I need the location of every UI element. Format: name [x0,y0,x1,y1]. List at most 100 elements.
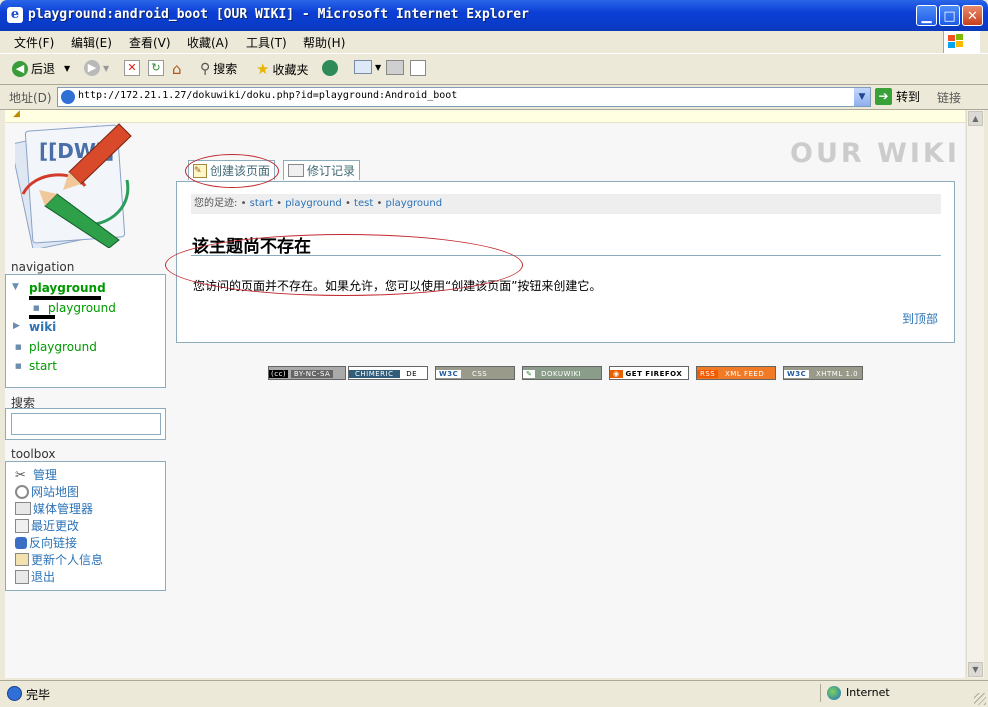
tool-backlinks[interactable]: 反向链接 [15,534,77,551]
nav-item-playground[interactable]: playground [29,281,106,295]
menu-view[interactable]: 查看(V) [129,34,171,51]
vertical-scrollbar[interactable]: ▲ ▼ [966,110,984,678]
tool-sitemap[interactable]: 网站地图 [15,483,79,500]
print-button[interactable] [386,60,404,75]
tool-recent-label: 最近更改 [31,519,80,533]
w3c-css-badge[interactable]: W3C CSS [435,366,515,380]
back-dropdown-icon[interactable]: ▼ [64,64,70,73]
toolbar: ◀ 后退 ▼ ▶ ▼ ✕ ↻ ⌂ ⚲ 搜索 ★ 收藏夹 ▼ [0,54,988,85]
search-label: 搜索 [213,62,238,76]
w3c-xhtml-badge[interactable]: W3C XHTML 1.0 [783,366,863,380]
history-button[interactable] [322,60,338,76]
forward-button[interactable]: ▶ ▼ [84,60,109,76]
site-title[interactable]: OUR WIKI [790,138,960,169]
firefox-badge-text: GET FIREFOX [625,370,683,378]
search-icon: ⚲ [200,60,211,77]
address-label: 地址(D) [9,91,52,105]
menu-edit[interactable]: 编辑(E) [71,34,112,51]
nav-expand-icon[interactable]: ▼ [12,282,19,292]
page-content: ◢ [[DW]] OUR WIKI navigation ▼ playgroun… [5,110,965,678]
nav-collapse-icon[interactable]: ▶ [13,321,20,331]
tool-logout-label: 退出 [31,570,56,584]
rss-icon: RSS [697,370,719,378]
cc-license-badge[interactable]: (cc) BY-NC-SA [268,366,346,380]
breadcrumb-item-test[interactable]: test [354,198,373,209]
tool-update-profile[interactable]: 更新个人信息 [15,551,103,568]
nav-item-start[interactable]: start [29,359,57,373]
minimize-button[interactable]: ▁ [916,5,937,26]
xhtml-badge-text: XHTML 1.0 [815,370,859,378]
chimeric-badge[interactable]: CHIMERIC DE [348,366,428,380]
forward-arrow-icon: ▶ [84,60,100,76]
css-badge-text: CSS [471,370,488,378]
breadcrumb-item-playground[interactable]: playground [285,198,342,209]
menu-file[interactable]: 文件(F) [14,34,54,51]
menu-tools[interactable]: 工具(T) [246,34,287,51]
tool-admin[interactable]: ✂ 管理 [15,466,57,483]
search-panel [5,408,166,440]
stop-button[interactable]: ✕ [124,60,140,76]
home-button[interactable]: ⌂ [172,60,182,78]
menu-favorites[interactable]: 收藏(A) [187,34,229,51]
page-icon [61,90,75,104]
address-input[interactable]: http://172.21.1.27/dokuwiki/doku.php?id=… [57,87,871,107]
printer-icon [386,60,404,75]
back-to-top-link[interactable]: 到顶部 [902,310,938,327]
dokuwiki-logo[interactable]: [[DW]] [15,120,143,248]
breadcrumb-label: 您的足迹: [194,198,238,209]
tool-recent-changes[interactable]: 最近更改 [15,517,79,534]
logout-icon [15,569,29,584]
links-button[interactable]: 链接 [937,89,961,106]
favorites-button[interactable]: ★ 收藏夹 [256,60,308,78]
annotation-underline-small [29,315,55,319]
maximize-button[interactable]: □ [939,5,960,26]
page-status-icon [7,686,22,701]
wrench-icon: ✂ [15,467,26,483]
close-button[interactable]: ✕ [962,5,983,26]
annotation-ellipse-tab [185,154,279,188]
back-button[interactable]: ◀ 后退 ▼ [12,60,70,77]
scroll-down-icon[interactable]: ▼ [968,662,983,677]
info-bar-icon: ◢ [13,110,20,119]
get-firefox-badge[interactable]: ◉ GET FIREFOX [609,366,689,380]
scroll-up-icon[interactable]: ▲ [968,111,983,126]
profile-icon [15,553,29,566]
window-title-bar[interactable]: e playground:android_boot [OUR WIKI] - M… [0,0,988,31]
mail-icon [354,60,372,74]
search-input[interactable] [11,413,161,435]
resize-grip-icon[interactable] [974,693,986,705]
dokuwiki-badge[interactable]: ✎ DOKUWIKI [522,366,602,380]
menu-help[interactable]: 帮助(H) [303,34,345,51]
tool-profile-label: 更新个人信息 [31,553,104,567]
window-title: playground:android_boot [OUR WIKI] - Mic… [28,7,529,22]
tool-media-manager[interactable]: 媒体管理器 [15,500,93,517]
magnifier-icon [15,484,29,499]
backlinks-icon [15,536,27,549]
address-bar: 地址(D) http://172.21.1.27/dokuwiki/doku.p… [0,85,988,110]
nav-bullet-icon: ■ [15,362,22,370]
tool-logout[interactable]: 退出 [15,568,55,585]
ie-icon: e [7,7,23,23]
security-zone[interactable]: Internet [846,686,890,699]
search-button[interactable]: ⚲ 搜索 [200,60,237,77]
mail-button[interactable]: ▼ [354,60,381,74]
nav-subitem-playground[interactable]: playground [48,301,116,315]
info-bar[interactable]: ◢ [5,110,965,123]
rss-feed-badge[interactable]: RSS XML FEED [696,366,776,380]
tool-media-label: 媒体管理器 [33,502,94,516]
go-label: 转到 [896,90,921,104]
annotation-underline [29,296,101,300]
media-icon [15,502,31,515]
breadcrumb-item-playground-2[interactable]: playground [386,198,443,209]
go-button[interactable]: ➔ 转到 [875,88,920,105]
cc-badge-text: BY-NC-SA [290,370,334,378]
edit-page-icon [410,60,426,76]
tab-revisions[interactable]: 修订记录 [283,160,361,180]
refresh-button[interactable]: ↻ [148,60,164,76]
nav-item-wiki[interactable]: wiki [29,320,56,334]
edit-button[interactable] [410,60,426,76]
address-url[interactable]: http://172.21.1.27/dokuwiki/doku.php?id=… [78,90,457,101]
nav-item-playground-2[interactable]: playground [29,340,97,354]
address-dropdown-icon[interactable]: ▼ [854,88,870,106]
breadcrumb-item-start[interactable]: start [250,198,273,209]
